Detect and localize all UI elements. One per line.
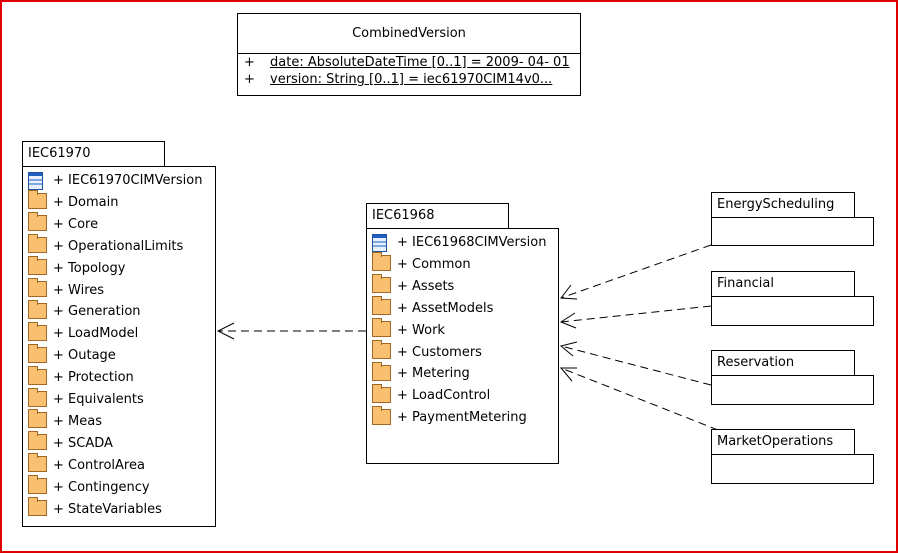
folder-icon <box>28 343 47 363</box>
folder-icon <box>28 212 47 232</box>
folder-icon <box>28 321 47 341</box>
folder-icon <box>372 361 391 381</box>
folder-icon <box>28 299 47 319</box>
member-label: + ControlArea <box>53 457 145 473</box>
package-member[interactable]: + IEC61968CIMVersion <box>372 233 546 253</box>
package-member[interactable]: + Work <box>372 318 445 341</box>
package-tab-reservation[interactable]: Reservation <box>711 350 855 376</box>
package-member[interactable]: + Assets <box>372 274 455 297</box>
package-tab-energyscheduling[interactable]: EnergyScheduling <box>711 192 855 218</box>
folder-icon <box>28 431 47 451</box>
package-member[interactable]: + Domain <box>28 190 119 213</box>
attribute-version[interactable]: + version: String [0..1] = iec61970CIM14v… <box>244 72 552 87</box>
package-member[interactable]: + Metering <box>372 361 470 384</box>
folder-icon <box>28 387 47 407</box>
member-label: + Common <box>397 256 471 272</box>
package-financial[interactable] <box>711 296 874 326</box>
member-label: + PaymentMetering <box>397 410 527 426</box>
member-label: + IEC61970CIMVersion <box>53 173 203 188</box>
class-icon <box>28 171 43 190</box>
dependency-marketoperations <box>560 367 719 431</box>
folder-icon <box>372 274 391 294</box>
package-member[interactable]: + StateVariables <box>28 497 162 520</box>
package-member[interactable]: + Equivalents <box>28 387 144 410</box>
member-label: + LoadModel <box>53 326 139 342</box>
member-label: + Customers <box>397 344 482 360</box>
package-member[interactable]: + Meas <box>28 409 102 432</box>
arrowhead <box>559 312 577 329</box>
folder-icon <box>372 383 391 403</box>
folder-icon <box>28 365 47 385</box>
member-label: + Equivalents <box>53 392 144 407</box>
package-energyscheduling[interactable] <box>711 217 874 246</box>
class-icon <box>372 233 387 252</box>
attribute-date[interactable]: + date: AbsoluteDateTime [0..1] = 2009- 0… <box>244 55 570 70</box>
package-reservation[interactable] <box>711 375 874 405</box>
package-iec61970[interactable]: + IEC61970CIMVersion + Domain + Core + Oper… <box>22 166 216 527</box>
package-member[interactable]: + Core <box>28 212 99 235</box>
dependency-energyscheduling <box>560 244 712 299</box>
member-label: + LoadControl <box>397 388 491 404</box>
package-member[interactable]: + PaymentMetering <box>372 405 527 428</box>
combined-version-class[interactable]: CombinedVersion + date: AbsoluteDateTime … <box>237 13 581 96</box>
package-member[interactable]: + SCADA <box>28 431 113 454</box>
arrowhead <box>559 341 578 357</box>
member-label: + Domain <box>53 194 119 210</box>
member-label: + Core <box>53 216 99 232</box>
package-member[interactable]: + LoadModel <box>28 321 139 344</box>
arrowhead <box>559 367 577 382</box>
package-member[interactable]: + Topology <box>28 256 126 279</box>
package-member[interactable]: + OperationalLimits <box>28 234 184 257</box>
member-label: + AssetModels <box>397 300 494 316</box>
package-member[interactable]: + ControlArea <box>28 453 145 476</box>
folder-icon <box>28 278 47 297</box>
member-label: + Assets <box>397 278 455 294</box>
member-label: + Contingency <box>53 479 150 495</box>
folder-icon <box>28 497 47 516</box>
member-label: + IEC61968CIMVersion <box>397 235 547 250</box>
package-member[interactable]: + IEC61970CIMVersion <box>28 171 202 191</box>
member-label: + Outage <box>53 348 116 364</box>
folder-icon <box>28 234 47 254</box>
member-label: + Topology <box>53 260 126 276</box>
package-member[interactable]: + Wires <box>28 278 105 301</box>
member-label: + OperationalLimits <box>53 238 184 254</box>
folder-icon <box>28 190 47 210</box>
folder-icon <box>372 405 391 425</box>
member-label: + Protection <box>53 370 134 386</box>
package-member[interactable]: + AssetModels <box>372 296 494 319</box>
class-title: CombinedVersion <box>238 14 580 54</box>
package-tab-marketoperations[interactable]: MarketOperations <box>711 429 855 455</box>
folder-icon <box>28 256 47 276</box>
member-label: + SCADA <box>53 435 113 451</box>
folder-icon <box>28 409 47 429</box>
dependency-financial <box>560 305 712 323</box>
package-member[interactable]: + Generation <box>28 299 141 322</box>
package-member[interactable]: + Outage <box>28 343 116 366</box>
package-iec61968[interactable]: + IEC61968CIMVersion + Common + Assets + As… <box>366 228 559 464</box>
package-tab-iec61968[interactable]: IEC61968 <box>366 203 509 229</box>
package-tab-iec61970[interactable]: IEC61970 <box>22 141 165 167</box>
member-label: + Metering <box>397 366 470 382</box>
folder-icon <box>372 318 391 338</box>
package-member[interactable]: + Customers <box>372 340 482 363</box>
member-label: + Wires <box>53 282 105 298</box>
folder-icon <box>372 340 391 359</box>
package-member[interactable]: + LoadControl <box>372 383 491 406</box>
package-tab-financial[interactable]: Financial <box>711 271 855 297</box>
package-marketoperations[interactable] <box>711 454 874 484</box>
folder-icon <box>28 475 47 495</box>
folder-icon <box>372 252 391 272</box>
package-member[interactable]: + Common <box>372 252 471 275</box>
folder-icon <box>372 296 391 316</box>
member-label: + Generation <box>53 304 141 320</box>
dependency-reservation <box>560 345 712 386</box>
member-label: + Meas <box>53 413 102 429</box>
package-member[interactable]: + Protection <box>28 365 134 388</box>
package-member[interactable]: + Contingency <box>28 475 150 498</box>
member-label: + Work <box>397 322 445 338</box>
member-label: + StateVariables <box>53 501 162 517</box>
folder-icon <box>28 453 47 473</box>
